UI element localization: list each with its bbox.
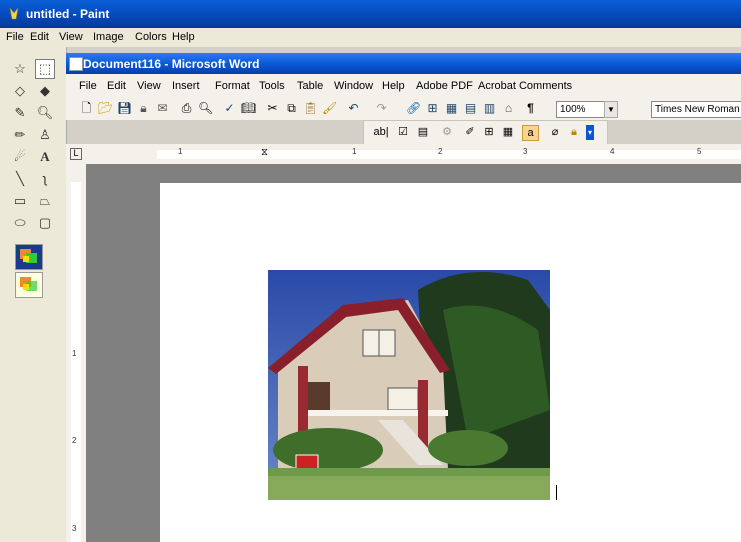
cut-icon[interactable]: ✂ [265,101,280,116]
eraser-icon[interactable]: ◇ [10,81,30,101]
magnifier-icon[interactable]: 🔍︎ [35,103,55,123]
ruler-number: 5 [697,147,702,156]
paint-title-bar[interactable]: untitled - Paint [0,0,741,28]
redo-icon[interactable]: ↷ [374,101,389,116]
tables-borders-icon[interactable]: ⊞ [425,101,440,116]
zoom-select[interactable]: 100% [556,101,605,118]
save-icon[interactable]: 💾︎ [117,101,132,116]
color-picker-icon[interactable]: ✎ [10,103,30,123]
word-menu-file[interactable]: File [79,80,97,92]
standard-toolbar: 🗋 📂︎ 💾︎ 🔒︎ ✉ ⎙ 🔍︎ ✓ 📖︎ ✂ ⧉ 📋︎ 🖌︎ ↶ ↷ 🔗︎ … [66,98,741,120]
ruler-number: 1 [352,147,357,156]
reset-form-fields-icon[interactable]: ⌀ [547,125,563,140]
undo-icon[interactable]: ↶ [346,101,361,116]
ruler-number: 3 [523,147,528,156]
drawing-icon[interactable]: ⌂ [501,101,516,116]
rectangle-icon[interactable]: ▭ [10,191,30,211]
format-painter-icon[interactable]: 🖌︎ [322,101,337,116]
protect-form-icon[interactable]: 🔒︎ [566,125,582,140]
fill-bucket-icon[interactable]: ◆ [35,81,55,101]
word-menu-insert[interactable]: Insert [172,80,200,92]
new-document-icon[interactable]: 🗋 [79,101,94,116]
word-menu-help[interactable]: Help [382,80,405,92]
word-title-bar[interactable]: Document116 - Microsoft Word [66,53,741,74]
ruler-strip [157,150,741,159]
insert-table-icon[interactable]: ▦ [444,101,459,116]
research-icon[interactable]: 📖︎ [241,101,256,116]
paint-menu-file[interactable]: File [6,31,24,43]
ellipse-icon[interactable]: ⬭ [10,213,30,233]
form-field-shading-icon[interactable]: a [522,125,539,141]
paint-menu-colors[interactable]: Colors [135,31,167,43]
ruler-number: 1 [72,349,77,358]
curve-icon[interactable]: ʅ [35,169,55,189]
word-menu-bar: File Edit View Insert Format Tools Table… [66,74,741,99]
insert-excel-icon[interactable]: ▤ [463,101,478,116]
permission-icon[interactable]: 🔒︎ [136,101,151,116]
insert-table-icon[interactable]: ⊞ [481,125,497,140]
ruler-number: 2 [72,436,77,445]
house-picture[interactable] [268,270,550,500]
ruler-number: 1 [178,147,183,156]
word-menu-format[interactable]: Format [215,80,250,92]
email-icon[interactable]: ✉ [155,101,170,116]
show-hide-icon[interactable]: ¶ [523,101,538,116]
paint-menu-image[interactable]: Image [93,31,124,43]
paint-toolbox: ☆ ⬚ ◇ ◆ ✎ 🔍︎ ✏︎ ♙ ☄ A ╲ ʅ ▭ ⏢ ⬭ ▢ [0,47,67,542]
rect-select-icon[interactable]: ⬚ [35,59,55,79]
word-menu-adobe-pdf[interactable]: Adobe PDF [416,80,473,92]
brush-icon[interactable]: ♙ [35,125,55,145]
word-menu-edit[interactable]: Edit [107,80,126,92]
word-menu-acrobat-comments[interactable]: Acrobat Comments [478,80,572,92]
word-menu-tools[interactable]: Tools [259,80,285,92]
paint-menu-edit[interactable]: Edit [30,31,49,43]
word-title: Document116 - Microsoft Word [83,57,260,71]
text-form-field-icon[interactable]: ab| [370,125,392,140]
word-menu-view[interactable]: View [137,80,161,92]
ruler-number: 2 [438,147,443,156]
paint-menu-help[interactable]: Help [172,31,195,43]
form-field-options-icon[interactable]: ⚙ [439,125,455,140]
paint-menu-view[interactable]: View [59,31,83,43]
paint-title: untitled - Paint [26,7,110,21]
print-icon[interactable]: ⎙ [179,101,194,116]
font-select[interactable]: Times New Roman [651,101,741,118]
transparent-selection-icon[interactable] [15,272,43,298]
airbrush-icon[interactable]: ☄ [10,147,30,167]
polygon-icon[interactable]: ⏢ [35,191,55,211]
text-cursor [556,485,557,500]
horizontal-ruler[interactable]: L 1 ⧖ 1 2 3 4 5 [66,144,741,165]
chevron-down-icon[interactable]: ▼ [604,101,618,118]
word-menu-table[interactable]: Table [297,80,323,92]
copy-icon[interactable]: ⧉ [284,101,299,116]
indent-marker-icon[interactable]: ⧖ [261,147,268,158]
insert-frame-icon[interactable]: ▦ [500,125,516,140]
draw-table-icon[interactable]: ✐ [462,125,478,140]
paint-menu-bar: File Edit View Image Colors Help [0,28,741,47]
print-preview-icon[interactable]: 🔍︎ [198,101,213,116]
forms-toolbar: ab| ☑ ▤ ⚙ ✐ ⊞ ▦ a ⌀ 🔒︎ ▾ [363,120,608,146]
free-select-icon[interactable]: ☆ [10,59,30,79]
pencil-icon[interactable]: ✏︎ [10,125,30,145]
ruler-number: 4 [610,147,615,156]
text-tool-icon[interactable]: A [35,147,55,167]
paint-app-icon [9,7,19,20]
paste-icon[interactable]: 📋︎ [303,101,318,116]
hyperlink-icon[interactable]: 🔗︎ [406,101,421,116]
rounded-rect-icon[interactable]: ▢ [35,213,55,233]
ruler-strip [71,182,81,542]
dropdown-form-field-icon[interactable]: ▤ [415,125,431,140]
vertical-ruler[interactable]: 1 2 3 [66,164,86,542]
checkbox-form-field-icon[interactable]: ☑ [395,125,411,140]
spelling-icon[interactable]: ✓ [222,101,237,116]
open-folder-icon[interactable]: 📂︎ [98,101,113,116]
opaque-selection-icon[interactable] [15,244,43,270]
word-menu-window[interactable]: Window [334,80,373,92]
tab-selector-icon[interactable]: L [70,148,82,160]
word-app-icon [69,57,83,71]
columns-icon[interactable]: ▥ [482,101,497,116]
ruler-number: 3 [72,524,77,533]
toolbar-options-icon[interactable]: ▾ [586,125,594,140]
line-icon[interactable]: ╲ [10,169,30,189]
